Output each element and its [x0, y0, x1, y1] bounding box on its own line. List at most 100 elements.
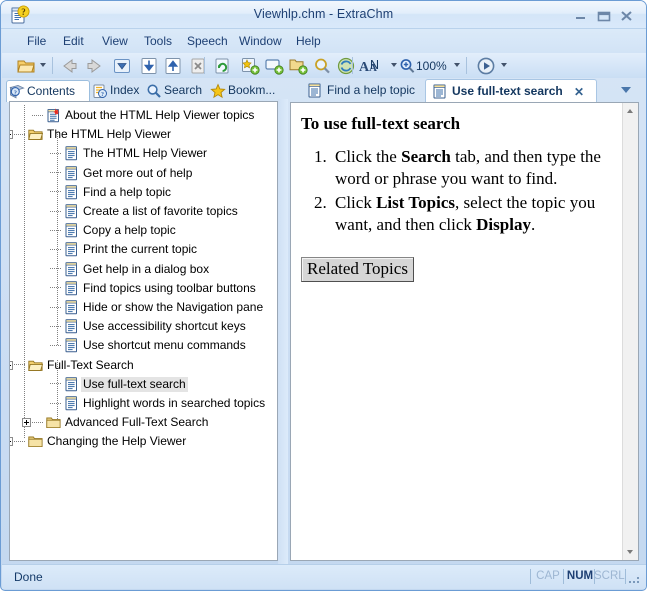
- tree-item[interactable]: Advanced Full-Text Search: [10, 413, 277, 432]
- pane-splitter[interactable]: [278, 99, 288, 564]
- tree-connector-line: [14, 440, 25, 442]
- menu-view[interactable]: View: [97, 33, 133, 49]
- status-bar: Done CAP NUM SCRL: [2, 564, 646, 589]
- scroll-up-arrow[interactable]: [623, 103, 638, 119]
- tree-item[interactable]: Create a list of favorite topics: [10, 202, 277, 221]
- open-file-dropdown-caret[interactable]: [40, 63, 46, 67]
- tree-item-label: Create a list of favorite topics: [83, 204, 238, 218]
- play-dropdown-caret[interactable]: [501, 63, 507, 67]
- menu-file[interactable]: File: [22, 33, 51, 49]
- tree-item[interactable]: Use full-text search: [10, 375, 277, 394]
- tree-item[interactable]: Highlight words in searched topics: [10, 394, 277, 413]
- tree-item[interactable]: Changing the Help Viewer: [10, 432, 277, 451]
- nav-tab-bookmarks[interactable]: Bookm...: [208, 80, 276, 102]
- tree-collapse-icon[interactable]: [10, 130, 13, 140]
- toolbar-separator: [52, 57, 53, 74]
- tree-item-label: Highlight words in searched topics: [83, 396, 266, 410]
- related-topics-button[interactable]: Related Topics: [301, 257, 414, 283]
- nav-tab-search[interactable]: Search: [144, 80, 212, 102]
- nav-tab-index-label: Index: [110, 83, 140, 97]
- download-topic-icon[interactable]: [139, 56, 159, 76]
- tree-item[interactable]: Use shortcut menu commands: [10, 336, 277, 355]
- tree-connector-line: [50, 402, 61, 404]
- tree-item[interactable]: Find a help topic: [10, 183, 277, 202]
- forward-icon[interactable]: [84, 56, 104, 76]
- tree-item[interactable]: Copy a help topic: [10, 221, 277, 240]
- contents-tree-pane[interactable]: About the HTML Help Viewer topics The HTM…: [9, 101, 278, 561]
- tree-item[interactable]: The HTML Help Viewer: [10, 125, 277, 144]
- menu-window[interactable]: Window: [234, 33, 287, 49]
- refresh-page-icon[interactable]: [212, 56, 232, 76]
- tree-item-label: Use shortcut menu commands: [83, 338, 246, 353]
- tree-expand-icon[interactable]: [22, 418, 31, 428]
- tree-item[interactable]: Get help in a dialog box: [10, 260, 277, 279]
- play-icon[interactable]: [476, 56, 496, 76]
- add-topic-icon[interactable]: [288, 56, 308, 76]
- status-separator: [530, 569, 531, 584]
- tree-item[interactable]: The HTML Help Viewer: [10, 144, 277, 163]
- toolbar-separator: [352, 57, 353, 74]
- upload-topic-icon[interactable]: [163, 56, 183, 76]
- back-icon[interactable]: [60, 56, 80, 76]
- resize-grip-icon[interactable]: [628, 572, 642, 586]
- new-topic-icon: [46, 108, 61, 123]
- content-vertical-scrollbar[interactable]: [622, 103, 638, 560]
- tree-collapse-icon[interactable]: [10, 360, 13, 370]
- find-icon[interactable]: [312, 56, 332, 76]
- close-button[interactable]: [618, 8, 636, 24]
- navigation-tabstrip: ? Contents ? Index Search Bookm...: [2, 78, 288, 170]
- topic-tab-close-button[interactable]: ✕: [574, 85, 584, 99]
- topic-icon: [64, 185, 79, 200]
- menu-edit[interactable]: Edit: [58, 33, 89, 49]
- zoom-in-icon[interactable]: [398, 56, 416, 76]
- minimize-button[interactable]: [572, 8, 590, 24]
- stop-icon[interactable]: [188, 56, 208, 76]
- nav-tab-contents[interactable]: ? Contents: [6, 80, 90, 102]
- document-body: To use full-text search Click the Search…: [291, 103, 622, 560]
- toolbar-separator: [466, 57, 467, 74]
- status-indicator-num: NUM: [566, 570, 594, 582]
- chevron-down-icon[interactable]: [621, 87, 631, 93]
- open-file-icon[interactable]: [16, 56, 36, 76]
- font-style-label[interactable]: N: [370, 58, 379, 72]
- tree-item[interactable]: Use accessibility shortcut keys: [10, 317, 277, 336]
- zoom-level-label[interactable]: 100%: [416, 59, 447, 73]
- menu-speech[interactable]: Speech: [182, 33, 233, 49]
- topic-tab-use-full-text-search[interactable]: Use full-text search ✕: [425, 79, 597, 103]
- add-favorite-icon[interactable]: [240, 56, 260, 76]
- nav-tab-index[interactable]: ? Index: [90, 80, 152, 102]
- menu-tools[interactable]: Tools: [139, 33, 177, 49]
- tree-item[interactable]: Full-Text Search: [10, 356, 277, 375]
- zoom-dropdown-caret[interactable]: [454, 63, 460, 67]
- svg-text:?: ?: [101, 92, 104, 98]
- topic-icon: [432, 84, 447, 99]
- document-step: Click List Topics, select the topic you …: [331, 192, 614, 237]
- font-style-dropdown-caret[interactable]: [391, 63, 397, 67]
- tree-item-label: Hide or show the Navigation pane: [83, 300, 264, 314]
- tree-item[interactable]: About the HTML Help Viewer topics: [10, 106, 277, 125]
- next-topic-icon[interactable]: [112, 56, 132, 76]
- tree-item[interactable]: Print the current topic: [10, 240, 277, 259]
- tree-expand-icon[interactable]: [10, 437, 13, 447]
- topic-tabstrip: Find a help topic Use full-text search ✕: [289, 78, 646, 103]
- tree-connector-line: [50, 172, 61, 174]
- sync-toc-icon[interactable]: [336, 56, 356, 76]
- add-note-icon[interactable]: [264, 56, 284, 76]
- document-heading: To use full-text search: [301, 114, 461, 133]
- topic-tab-find-a-help-topic[interactable]: Find a help topic: [301, 79, 426, 103]
- toolbar-separator: [204, 57, 205, 74]
- scroll-down-arrow[interactable]: [623, 544, 638, 560]
- tree-item[interactable]: Get more out of help: [10, 164, 277, 183]
- maximize-button[interactable]: [595, 8, 613, 24]
- tree-item[interactable]: Find topics using toolbar buttons: [10, 279, 277, 298]
- tree-item-label: Get help in a dialog box: [83, 261, 210, 276]
- status-indicator-scrl: SCRL: [594, 570, 625, 582]
- topic-icon: [64, 377, 79, 392]
- menu-help[interactable]: Help: [291, 33, 326, 49]
- tree-item-label: The HTML Help Viewer: [83, 146, 208, 161]
- tree-connector-line: [50, 344, 61, 346]
- tree-connector-line: [50, 229, 61, 231]
- topic-icon: [64, 204, 79, 219]
- tree-item[interactable]: Hide or show the Navigation pane: [10, 298, 277, 317]
- topic-icon: [64, 261, 79, 277]
